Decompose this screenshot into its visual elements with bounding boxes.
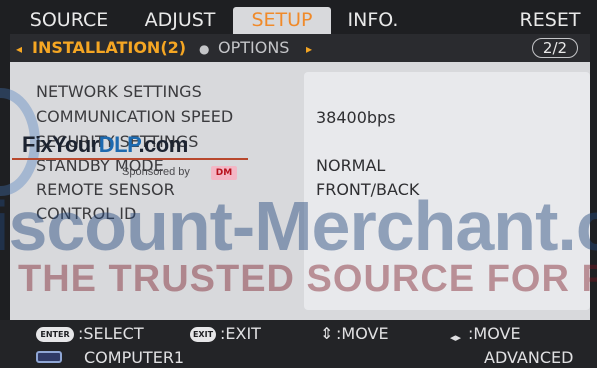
exit-key-icon: EXIT — [190, 327, 216, 342]
footer-move-vertical-hint: :MOVE — [336, 324, 389, 343]
tab-setup[interactable]: SETUP — [233, 7, 331, 34]
separator-dot-icon: ● — [199, 42, 210, 56]
footer-exit-hint: :EXIT — [220, 324, 261, 343]
remote-sensor-value: FRONT/BACK — [316, 180, 420, 199]
watermark-dm-logo: DM — [211, 166, 237, 180]
setting-network-settings[interactable]: NETWORK SETTINGS — [36, 82, 202, 102]
standby-mode-value: NORMAL — [316, 156, 386, 175]
setting-communication-speed[interactable]: COMMUNICATION SPEED — [36, 107, 233, 127]
setting-control-id[interactable]: CONTROL ID — [36, 204, 136, 224]
menu-mode-label: ADVANCED — [484, 348, 574, 367]
menu-tab-bar: SOURCE ADJUST SETUP INFO. RESET — [0, 0, 597, 34]
updown-arrow-icon: ⇕ — [320, 324, 334, 343]
computer-input-icon — [36, 351, 62, 363]
submenu-bar: ◂ INSTALLATION(2) ● OPTIONS ▸ 2/2 — [10, 34, 590, 62]
tab-adjust[interactable]: ADJUST — [134, 7, 226, 34]
left-arrow-icon[interactable]: ◂ — [16, 39, 22, 59]
subtab-installation-2[interactable]: INSTALLATION(2) — [32, 38, 186, 58]
footer-move-horizontal-hint: :MOVE — [468, 324, 521, 343]
settings-panel: NETWORK SETTINGS COMMUNICATION SPEED 384… — [10, 62, 590, 320]
tab-source[interactable]: SOURCE — [24, 7, 114, 34]
projector-osd-menu: SOURCE ADJUST SETUP INFO. RESET ◂ INSTAL… — [0, 0, 597, 368]
watermark-underline — [12, 158, 248, 160]
page-indicator: 2/2 — [532, 38, 578, 58]
communication-speed-value: 38400bps — [316, 108, 396, 127]
tab-info[interactable]: INFO. — [338, 7, 408, 34]
tab-reset[interactable]: RESET — [510, 7, 590, 34]
setting-security-settings[interactable]: SECURITY SETTINGS — [36, 132, 198, 152]
input-source-label: COMPUTER1 — [84, 348, 185, 367]
footer-select-hint: :SELECT — [78, 324, 144, 343]
right-arrow-icon[interactable]: ▸ — [306, 39, 312, 59]
setting-remote-sensor[interactable]: REMOTE SENSOR — [36, 180, 175, 200]
leftright-arrow-icon: ◂▸ — [450, 331, 462, 344]
enter-key-icon: ENTER — [36, 327, 74, 342]
subtab-options[interactable]: OPTIONS — [218, 38, 289, 58]
